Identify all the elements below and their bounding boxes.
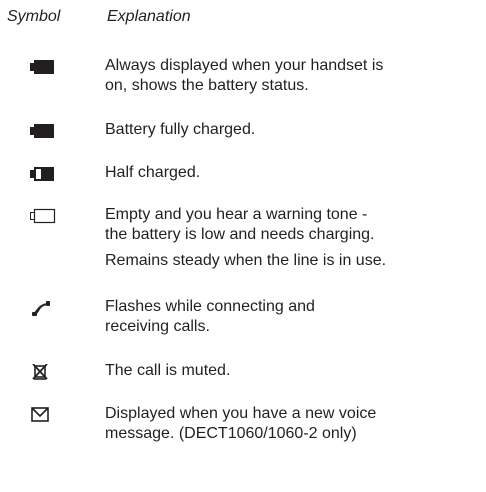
explanation-line: receiving calls. [105, 318, 210, 335]
mute-icon [30, 364, 70, 380]
symbol-explanation: Displayed when you have a new voice mess… [105, 404, 480, 444]
explanation-line: on, shows the battery status. [105, 77, 309, 94]
phone-handset-icon [30, 300, 70, 316]
explanation-line: Empty and you hear a warning tone - [105, 206, 368, 223]
symbol-explanation: Always displayed when your handset is on… [105, 56, 480, 96]
symbol-explanation: Battery fully charged. [105, 120, 480, 140]
explanation-line: The call is muted. [105, 362, 231, 379]
explanation-line: the battery is low and needs charging. [105, 226, 375, 243]
explanation-line: Remains steady when the line is in use. [105, 252, 387, 269]
symbol-explanation: Flashes while connecting and receiving c… [105, 297, 480, 337]
symbol-explanation: Half charged. [105, 163, 480, 183]
battery-half-icon [30, 166, 70, 182]
explanation-line: Half charged. [105, 164, 201, 181]
explanation-line: Always displayed when your handset is [105, 57, 384, 74]
symbol-explanation: Empty and you hear a warning tone - the … [105, 205, 480, 271]
battery-full-icon [30, 123, 70, 139]
explanation-line: Flashes while connecting and [105, 298, 315, 315]
battery-full-icon [30, 59, 70, 75]
explanation-column-header: Explanation [107, 8, 191, 25]
explanation-line: Displayed when you have a new voice [105, 405, 377, 422]
explanation-line: message. (DECT1060/1060-2 only) [105, 425, 357, 442]
battery-empty-icon [30, 208, 70, 224]
envelope-icon [30, 407, 70, 423]
table-header: Symbol Explanation [0, 8, 486, 30]
symbol-explanation: The call is muted. [105, 361, 480, 381]
symbol-column-header: Symbol [7, 8, 61, 25]
explanation-line: Battery fully charged. [105, 121, 256, 138]
